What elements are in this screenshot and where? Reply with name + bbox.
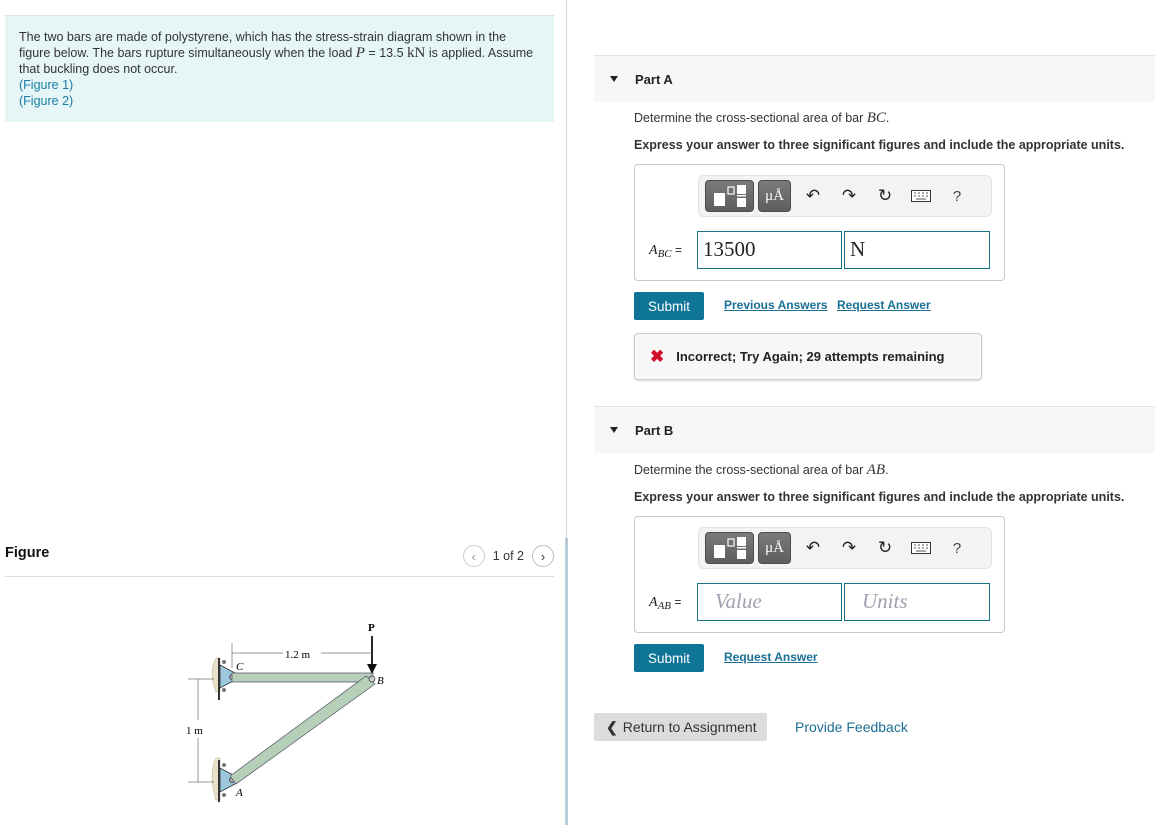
keyboard-icon (911, 542, 931, 554)
caret-down-icon (610, 76, 618, 82)
chevron-left-icon: ❮ (606, 718, 618, 735)
load-symbol: P (355, 45, 365, 61)
figure-1-link[interactable]: (Figure 1) (19, 77, 540, 93)
units-icon: μÅ (765, 539, 784, 556)
return-label: Return to Assignment (622, 719, 757, 735)
help-button[interactable]: ? (939, 532, 975, 564)
load-eq: = 13.5 (364, 46, 408, 60)
right-pane: Part A Determine the cross-sectional are… (594, 0, 1155, 825)
redo-button[interactable]: ↷ (831, 532, 867, 564)
return-to-assignment-button[interactable]: ❮ Return to Assignment (594, 713, 767, 741)
part-b-request-answer-link[interactable]: Request Answer (724, 650, 818, 664)
reset-icon: ↻ (877, 186, 893, 205)
part-a-label-eq: = (671, 243, 682, 257)
feedback-text: Incorrect; Try Again; 29 attempts remain… (676, 349, 945, 364)
part-a-feedback: ✖ Incorrect; Try Again; 29 attempts rema… (634, 333, 982, 380)
part-b-units-input[interactable]: Units (844, 583, 990, 621)
part-a-request-answer-link[interactable]: Request Answer (837, 298, 931, 312)
label-horizontal-dim: 1.2 m (285, 649, 311, 661)
x-icon: ✖ (650, 346, 665, 366)
keyboard-icon (911, 190, 931, 202)
part-b-value-input[interactable]: Value (697, 583, 842, 621)
chevron-right-icon: › (540, 548, 546, 564)
label-vertical-dim: 1 m (186, 725, 203, 737)
previous-answers-link[interactable]: Previous Answers (724, 298, 828, 312)
part-b-label: AAB = (649, 595, 681, 612)
label-p: P (368, 622, 375, 634)
chevron-left-icon: ‹ (471, 548, 476, 564)
label-a: A (235, 787, 243, 799)
part-b-title: Part B (635, 422, 674, 438)
part-b-label-eq: = (671, 595, 682, 609)
units-placeholder: Units (862, 589, 908, 613)
truss-diagram: P 1.2 m 1 m C B A (186, 622, 384, 802)
part-b-label-sub: AB (657, 600, 672, 612)
figure-title: Figure (5, 545, 50, 561)
redo-icon: ↷ (841, 538, 857, 557)
provide-feedback-link[interactable]: Provide Feedback (795, 719, 908, 735)
left-pane: The two bars are made of polystyrene, wh… (0, 0, 567, 825)
bar-bc (231, 672, 374, 683)
left-pane-scrollbar[interactable] (565, 538, 568, 825)
redo-button[interactable]: ↷ (831, 180, 867, 212)
reset-button[interactable]: ↻ (867, 532, 903, 564)
label-b: B (377, 675, 384, 687)
part-a-label: ABC = (649, 243, 682, 260)
units-button[interactable]: μÅ (758, 180, 791, 212)
part-a-header[interactable]: Part A (594, 55, 1155, 102)
part-b-toolbar: μÅ ↶ ↷ ↻ ? (698, 527, 992, 569)
part-b-prompt-math: AB (866, 462, 886, 478)
undo-button[interactable]: ↶ (795, 532, 831, 564)
part-b-prompt: Determine the cross-sectional area of ba… (634, 462, 889, 478)
redo-icon: ↷ (841, 186, 857, 205)
reset-icon: ↻ (877, 538, 893, 557)
part-a-units-input[interactable]: N (844, 231, 990, 269)
part-a-prompt-math: BC (866, 110, 886, 126)
undo-button[interactable]: ↶ (795, 180, 831, 212)
load-arrow-icon (367, 664, 377, 674)
part-a-answer-box: μÅ ↶ ↷ ↻ ? ABC = 13500 N (634, 164, 1005, 281)
part-a-value-input[interactable]: 13500 (697, 231, 842, 269)
templates-icon (713, 537, 746, 559)
figure-2-link[interactable]: (Figure 2) (19, 93, 540, 109)
templates-button[interactable] (705, 180, 754, 212)
templates-icon (713, 185, 746, 207)
part-a-label-sub: BC (657, 248, 672, 260)
part-a-toolbar: μÅ ↶ ↷ ↻ ? (698, 175, 992, 217)
problem-statement: The two bars are made of polystyrene, wh… (5, 15, 554, 122)
part-a-title: Part A (635, 71, 673, 87)
part-b-instruction: Express your answer to three significant… (634, 490, 1125, 504)
figure-pager: ‹ 1 of 2 › (462, 545, 554, 567)
units-button[interactable]: μÅ (758, 532, 791, 564)
part-a-prompt: Determine the cross-sectional area of ba… (634, 110, 890, 126)
figure-header: Figure ‹ 1 of 2 › (5, 540, 554, 577)
reset-button[interactable]: ↻ (867, 180, 903, 212)
keyboard-button[interactable] (903, 180, 939, 212)
part-a-instruction: Express your answer to three significant… (634, 138, 1125, 152)
undo-icon: ↶ (805, 538, 821, 557)
help-icon: ? (952, 539, 962, 557)
help-icon: ? (952, 187, 962, 205)
part-a-prompt-text: Determine the cross-sectional area of ba… (634, 111, 867, 125)
part-a-submit-button[interactable]: Submit (634, 292, 704, 320)
templates-button[interactable] (705, 532, 754, 564)
help-button[interactable]: ? (939, 180, 975, 212)
load-unit: kN (407, 45, 426, 61)
prev-figure-button[interactable]: ‹ (462, 545, 485, 567)
bar-ab (229, 675, 376, 785)
caret-down-icon (610, 427, 618, 433)
undo-icon: ↶ (805, 186, 821, 205)
part-b-label-var: A (649, 595, 658, 610)
label-c: C (236, 661, 244, 673)
part-a-label-var: A (649, 243, 658, 258)
part-b-prompt-text: Determine the cross-sectional area of ba… (634, 463, 867, 477)
pager-text: 1 of 2 (492, 549, 524, 563)
value-placeholder: Value (715, 589, 762, 613)
keyboard-button[interactable] (903, 532, 939, 564)
units-icon: μÅ (765, 187, 784, 204)
part-b-answer-box: μÅ ↶ ↷ ↻ ? AAB = Value Units (634, 516, 1005, 633)
next-figure-button[interactable]: › (532, 545, 554, 567)
part-b-submit-button[interactable]: Submit (634, 644, 704, 672)
part-b-header[interactable]: Part B (594, 406, 1155, 453)
